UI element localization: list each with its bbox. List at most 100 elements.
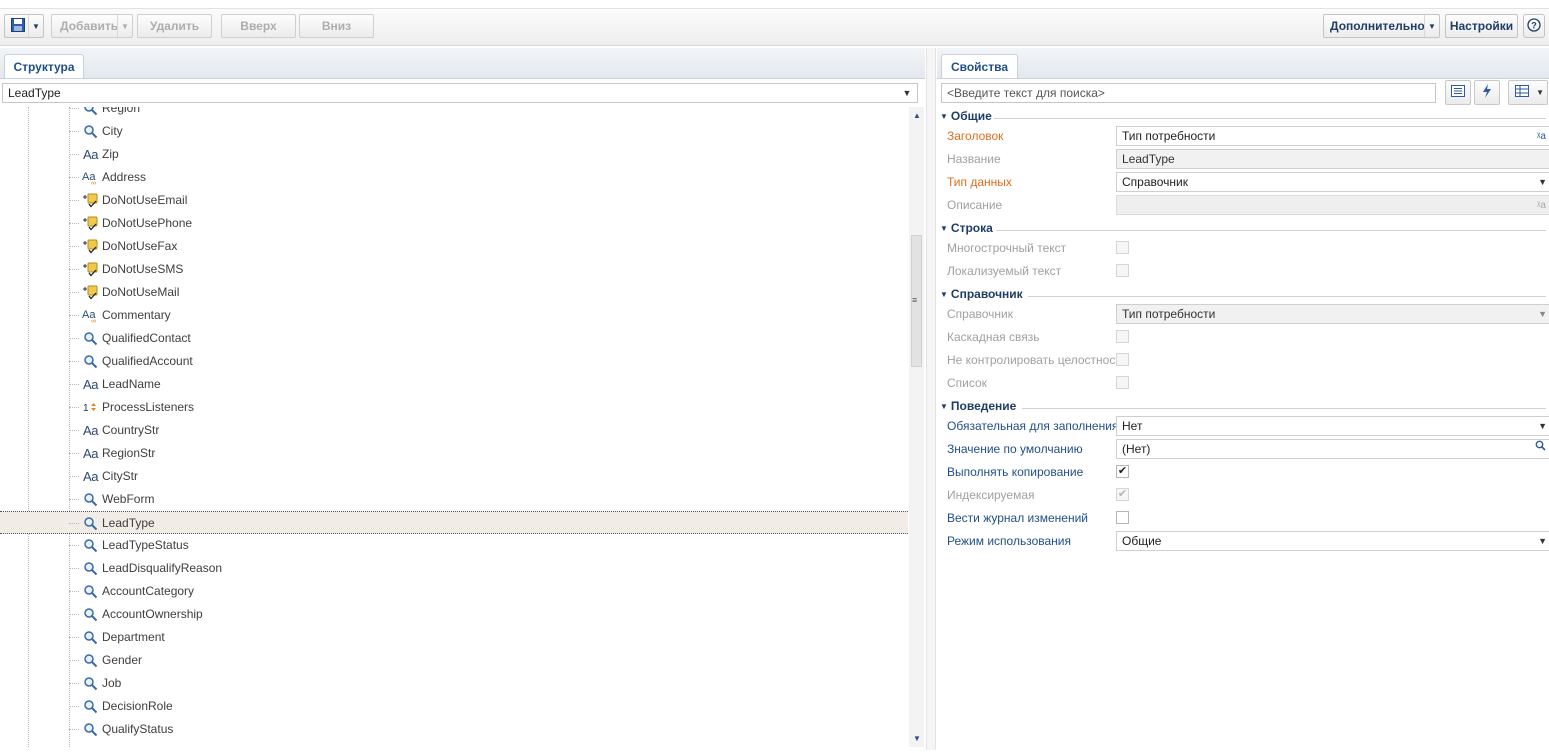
- tree-item-label: DoNotUseEmail: [102, 193, 188, 207]
- tree-item[interactable]: Aa CityStr: [0, 465, 908, 488]
- tree-item-label: Address: [102, 170, 147, 184]
- delete-button[interactable]: Удалить: [137, 14, 212, 38]
- tree-item[interactable]: WebForm: [0, 488, 908, 511]
- properties-panel: Свойства <Введите текст для поиска> ▼ ▼ О…: [937, 48, 1549, 750]
- tree-item[interactable]: QualifyStatus: [0, 718, 908, 741]
- properties-tabstrip: Свойства: [937, 48, 1549, 79]
- add-button[interactable]: Добавить ▼: [51, 14, 133, 38]
- scroll-up-icon[interactable]: ▲: [912, 111, 922, 120]
- tree-item[interactable]: Aa ∞ Commentary: [0, 304, 908, 327]
- lookup-icon: [82, 353, 99, 370]
- tree-item[interactable]: Aa ∞ Address: [0, 166, 908, 189]
- localize-icon[interactable]: ᵡa: [1537, 128, 1546, 146]
- settings-button[interactable]: Настройки: [1445, 14, 1518, 38]
- tree-item[interactable]: AccountOwnership: [0, 603, 908, 626]
- tree-item-label: LeadTypeStatus: [102, 538, 189, 552]
- tab-properties[interactable]: Свойства: [941, 54, 1018, 78]
- add-button-label: Добавить: [60, 19, 119, 33]
- group-string[interactable]: ▼ Строка: [940, 221, 1546, 239]
- tree-item[interactable]: Region: [0, 107, 908, 120]
- list-view-button[interactable]: [1445, 80, 1471, 105]
- lookup-icon: [82, 107, 99, 117]
- collapse-triangle-icon[interactable]: ▼: [940, 224, 948, 233]
- boolean-icon: [82, 192, 99, 209]
- tree-item[interactable]: QualifiedAccount: [0, 350, 908, 373]
- panel-splitter[interactable]: [926, 48, 936, 750]
- tree-item[interactable]: LeadType: [0, 511, 908, 534]
- tree-item[interactable]: City: [0, 120, 908, 143]
- tab-structure[interactable]: Структура: [4, 54, 84, 78]
- tree-item[interactable]: DoNotUseEmail: [0, 189, 908, 212]
- tree-item[interactable]: Aa Zip: [0, 143, 908, 166]
- group-lookup[interactable]: ▼ Справочник: [940, 287, 1546, 305]
- tree-item-label: DecisionRole: [102, 699, 173, 713]
- settings-button-label: Настройки: [1449, 19, 1514, 33]
- tree-item[interactable]: Aa LeadName: [0, 373, 908, 396]
- search-input[interactable]: <Введите текст для поиска>: [941, 83, 1436, 103]
- svg-text:∞: ∞: [91, 180, 96, 185]
- tree-item-label: WebForm: [102, 492, 155, 506]
- tree-connector: [69, 729, 79, 730]
- tree-item[interactable]: DoNotUsePhone: [0, 212, 908, 235]
- group-divider: [994, 118, 1546, 119]
- list-label: Список: [947, 376, 987, 390]
- move-down-button[interactable]: Вниз: [299, 14, 374, 38]
- tree-item[interactable]: Aa RegionStr: [0, 442, 908, 465]
- tree-connector: [69, 223, 79, 224]
- tree-item[interactable]: Job: [0, 672, 908, 695]
- object-selector[interactable]: LeadType ▼: [2, 83, 918, 103]
- tree-item[interactable]: Department: [0, 626, 908, 649]
- structure-tree: Region City Aa Zip Aa ∞ Address DoNotUseEmail Do…: [0, 107, 908, 747]
- localizable-label: Локализуемый текст: [947, 264, 1062, 278]
- default-value-field[interactable]: (Нет): [1116, 439, 1549, 459]
- chevron-down-icon[interactable]: ▼: [1538, 417, 1547, 435]
- save-menu-arrow-icon[interactable]: ▼: [28, 15, 43, 37]
- help-button[interactable]: ?: [1523, 14, 1545, 38]
- tree-item[interactable]: DoNotUseSMS: [0, 258, 908, 281]
- copy-checkbox[interactable]: ✔: [1116, 465, 1129, 478]
- tree-item-label: CountryStr: [102, 423, 160, 437]
- chevron-down-icon[interactable]: ▼: [897, 84, 917, 102]
- group-general[interactable]: ▼ Общие: [940, 109, 1546, 127]
- move-up-button[interactable]: Вверх: [221, 14, 296, 38]
- help-icon: ?: [1527, 17, 1541, 35]
- lookup-icon: [82, 560, 99, 577]
- view-mode-button[interactable]: ▼: [1508, 80, 1548, 105]
- search-icon[interactable]: [1535, 440, 1546, 458]
- tree-scrollbar[interactable]: ▲ ≡ ▼: [909, 107, 924, 747]
- tree-connector: [69, 361, 79, 362]
- tree-connector: [69, 706, 79, 707]
- usage-mode-select[interactable]: Общие ▼: [1116, 531, 1549, 551]
- required-select[interactable]: Нет ▼: [1116, 416, 1549, 436]
- changelog-checkbox[interactable]: [1116, 511, 1129, 524]
- events-button[interactable]: [1474, 80, 1500, 105]
- datatype-select[interactable]: Справочник ▼: [1116, 172, 1549, 192]
- top-strip: [0, 0, 1549, 9]
- tree-item[interactable]: 1 ProcessListeners: [0, 396, 908, 419]
- chevron-down-icon[interactable]: ▼: [1538, 173, 1547, 191]
- usage-mode-value: Общие: [1122, 534, 1162, 548]
- tab-structure-label: Структура: [13, 59, 75, 74]
- tree-item[interactable]: DecisionRole: [0, 695, 908, 718]
- tree-connector: [69, 591, 79, 592]
- tree-item[interactable]: Gender: [0, 649, 908, 672]
- group-behavior[interactable]: ▼ Поведение: [940, 399, 1546, 417]
- save-button[interactable]: ▼: [4, 14, 44, 38]
- tree-item[interactable]: DoNotUseFax: [0, 235, 908, 258]
- additional-button[interactable]: Дополнительно ▼: [1323, 14, 1440, 38]
- tree-item[interactable]: DoNotUseMail: [0, 281, 908, 304]
- collapse-triangle-icon[interactable]: ▼: [940, 112, 948, 121]
- tree-item[interactable]: AccountCategory: [0, 580, 908, 603]
- collapse-triangle-icon[interactable]: ▼: [940, 290, 948, 299]
- caption-field[interactable]: Тип потребности ᵡa: [1116, 126, 1549, 146]
- add-menu-arrow-icon[interactable]: ▼: [117, 15, 132, 37]
- additional-menu-arrow-icon[interactable]: ▼: [1424, 15, 1439, 37]
- scroll-down-icon[interactable]: ▼: [912, 734, 922, 743]
- tree-item[interactable]: LeadTypeStatus: [0, 534, 908, 557]
- tree-item[interactable]: Aa CountryStr: [0, 419, 908, 442]
- collapse-triangle-icon[interactable]: ▼: [940, 402, 948, 411]
- tree-item[interactable]: LeadDisqualifyReason: [0, 557, 908, 580]
- tree-item[interactable]: QualifiedContact: [0, 327, 908, 350]
- name-field: LeadType: [1116, 149, 1549, 169]
- chevron-down-icon[interactable]: ▼: [1538, 532, 1547, 550]
